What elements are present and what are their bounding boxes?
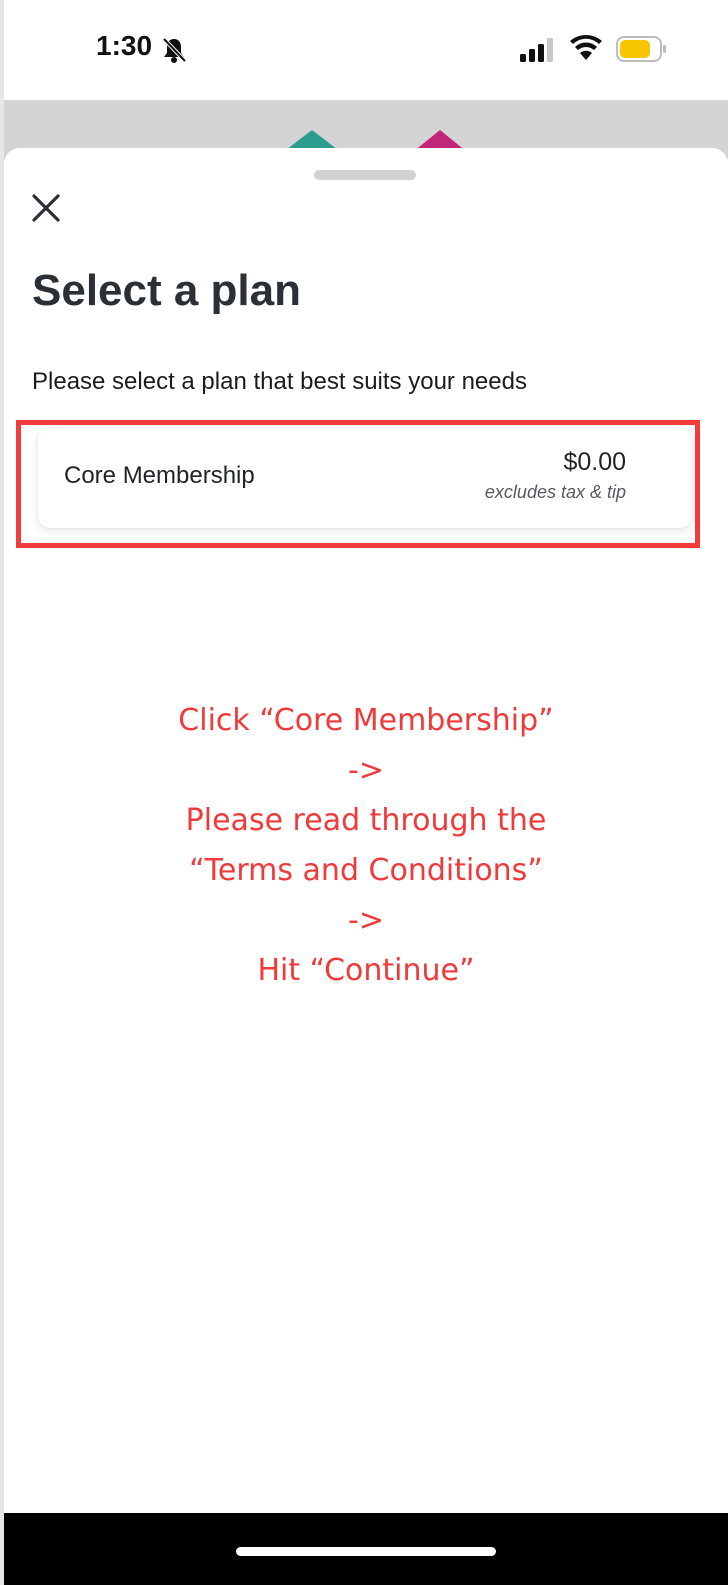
instruction-arrow: ->	[348, 903, 384, 938]
status-time: 1:30	[96, 30, 153, 61]
status-bar: 1:30	[4, 0, 728, 100]
instruction-arrow: ->	[348, 753, 384, 788]
screen: 1:30 Select a plan Please select a plan …	[0, 0, 728, 1585]
bell-slash-icon	[160, 36, 188, 64]
close-button[interactable]	[26, 188, 66, 228]
instruction-line: Click “Core Membership”	[178, 703, 554, 738]
instruction-line: “Terms and Conditions”	[189, 853, 543, 888]
annotation-highlight-box	[16, 420, 700, 548]
page-subtitle: Please select a plan that best suits you…	[32, 368, 527, 395]
page-title: Select a plan	[32, 266, 302, 315]
home-bar-area	[4, 1513, 728, 1585]
battery-icon	[616, 36, 668, 62]
drag-handle[interactable]	[314, 170, 416, 180]
home-indicator[interactable]	[236, 1547, 496, 1556]
instruction-line: Please read through the	[185, 803, 547, 838]
plan-selection-sheet: Select a plan Please select a plan that …	[4, 148, 728, 1513]
signal-icon	[520, 38, 560, 62]
wifi-icon	[569, 34, 603, 62]
close-icon	[32, 194, 60, 222]
instruction-line: Hit “Continue”	[257, 953, 475, 988]
annotation-instructions: Click “Core Membership” -> Please read t…	[4, 696, 728, 996]
